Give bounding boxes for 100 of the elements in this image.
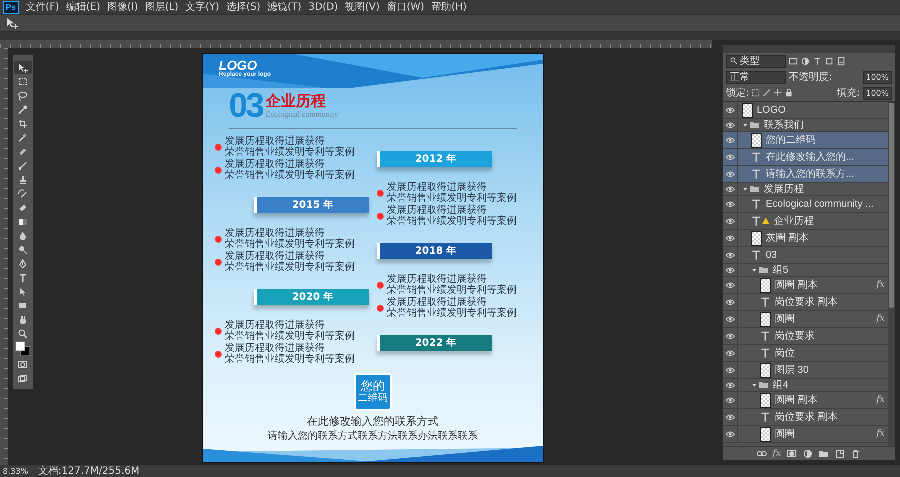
smart-object-thumbnail [760,278,771,292]
fill-field[interactable]: 100% [863,86,892,100]
timeline-text: 发展历程取得进展获得 [387,206,487,216]
stamp-icon [18,174,28,184]
layer-row[interactable]: 圆圈 fx [723,311,888,328]
screen-mode-icon [18,374,28,384]
year-banner: 2022 年 [377,335,492,351]
layer-group-row[interactable]: 发展历程 [723,183,888,196]
bullet-dot-icon [215,351,222,358]
layer-row[interactable]: 圆圈 fx [723,426,888,443]
eye-icon [726,396,734,404]
effects-label: fx [876,314,885,324]
document-size: 文档:127.7M/255.6M [38,464,140,477]
layer-row[interactable]: 在此修改输入您的... [723,149,888,166]
expanded-caret-icon [751,382,758,388]
lock-label: 锁定: [726,86,750,100]
layer-name: 圆圈 副本 [775,278,818,292]
layer-row[interactable]: 企业历程 [723,213,888,230]
menu-item[interactable]: 选择(S) [226,0,261,14]
layer-row[interactable]: 请输入您的联系方... [723,166,888,183]
layer-name: 组5 [773,264,789,277]
layer-name: 发展历程 [764,183,804,196]
layer-row[interactable]: 您的二维码 [723,132,888,149]
menu-item[interactable]: 窗口(W) [386,0,425,14]
scrollbar[interactable] [888,102,895,446]
eye-icon [726,380,734,390]
layer-row[interactable]: 圆圈 副本 fx [723,277,888,294]
menu-item[interactable]: 文字(Y) [186,0,220,14]
menu-item[interactable]: 帮助(H) [432,0,467,14]
text-layer-icon [760,348,771,358]
adjustment-icon [803,448,814,458]
bullet-dot-icon [377,190,384,197]
eye-icon [726,348,734,358]
eye-icon [726,314,734,324]
qr-label: 您的 [361,380,385,393]
layer-row[interactable]: 岗位 [723,345,888,362]
menu-item[interactable]: 3D(D) [308,2,338,12]
timeline-text: 荣誉销售业绩发明专利等案例 [225,148,355,158]
effects-label: fx [876,395,885,405]
effects-label: fx [876,280,885,290]
layer-group-row[interactable]: 组5 [723,264,888,277]
timeline-text: 荣誉销售业绩发明专利等案例 [387,308,517,319]
eye-icon [726,366,734,374]
opacity-field[interactable]: 100% [863,70,892,84]
layer-row[interactable]: 图层 30 [723,362,888,379]
contact-title: 在此修改输入您的联系方式 [306,414,440,429]
type-filter-icon [813,56,822,66]
fill-label: 填充: [836,86,860,100]
menu-item[interactable]: 图像(I) [107,0,138,14]
layer-row[interactable]: 03 [723,247,888,264]
layer-row[interactable]: 岗位要求 副本 [723,294,888,311]
timeline-text: 发展历程取得进展获得 [387,183,487,193]
layer-row[interactable]: LOGO [723,102,888,119]
trash-icon [851,448,862,458]
timeline-text: 荣誉销售业绩发明专利等案例 [387,194,517,204]
section-number: 03 [229,89,263,123]
shape-filter-icon [825,56,834,66]
folder-icon [819,448,830,458]
eye-icon [726,430,734,438]
layer-row[interactable]: 灰圈 副本 [723,230,888,247]
eye-icon [726,412,734,422]
adjustment-filter-icon [801,56,810,66]
timeline-text: 荣誉销售业绩发明专利等案例 [387,286,517,296]
move-tool[interactable] [14,61,32,74]
eye-icon [726,120,734,130]
layer-row[interactable]: 岗位要求 副本 [723,409,888,426]
text-layer-icon [751,250,762,260]
layer-name: 图层 30 [775,364,809,377]
layer-name: 岗位要求 副本 [775,296,838,309]
zoom-icon [18,328,28,338]
menu-item[interactable]: 视图(V) [345,0,380,14]
expanded-caret-icon [742,122,749,128]
lock-paint-icon [763,89,772,97]
effects-label: fx [876,429,885,439]
year-banner: 2012 年 [377,151,492,167]
menu-item[interactable]: 编辑(E) [66,0,100,14]
layer-group-row[interactable]: 组4 [723,379,888,392]
blend-mode-dropdown[interactable]: 正常 [726,70,786,84]
menu-item[interactable]: 文件(F) [26,0,60,14]
layer-row[interactable]: Ecological community ... [723,196,888,213]
layer-row[interactable]: 岗位要求 [723,328,888,345]
filter-dropdown[interactable]: 类型 [726,54,786,68]
layer-name: 联系我们 [764,118,804,132]
layer-name: 圆圈 副本 [775,394,818,407]
logo-text: LOGO [219,59,258,72]
contact-text: 请输入您的联系方式联系方法联系办法联系联系 [267,430,479,443]
text-layer-icon [760,412,771,422]
wand-icon [18,104,28,114]
layer-row[interactable]: 圆圈 副本 fx [723,392,888,409]
layer-name: 岗位 [775,346,795,360]
menu-item[interactable]: 滤镜(T) [268,0,302,14]
layer-style-button[interactable]: fx [772,448,782,458]
eye-icon [726,266,734,274]
new-layer-icon [835,448,846,458]
menu-item[interactable]: 图层(L) [145,0,179,14]
color-swatches-icon[interactable] [15,341,31,357]
timeline-text: 发展历程取得进展获得 [225,160,325,170]
eye-icon [726,280,734,290]
layer-thumbnail [751,230,762,246]
text-layer-icon [760,330,771,342]
